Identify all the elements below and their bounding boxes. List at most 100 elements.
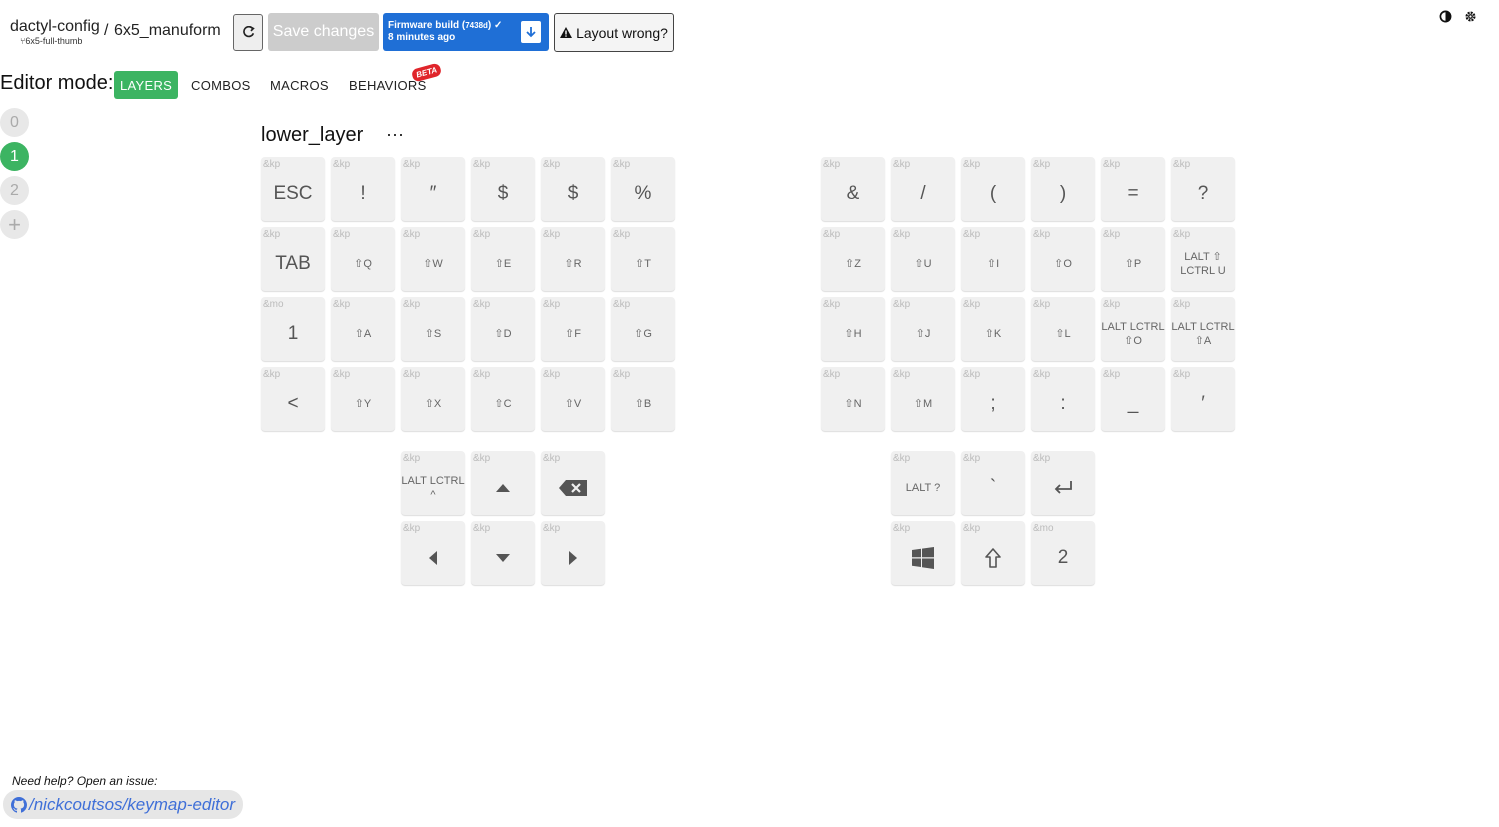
key[interactable]: &kp $ (541, 157, 605, 221)
refresh-button[interactable] (233, 14, 263, 51)
key[interactable]: &kp? (1171, 157, 1235, 221)
key[interactable]: &kp & (821, 157, 885, 221)
github-link[interactable]: /nickcoutsos/keymap-editor (3, 790, 243, 819)
layer-menu-button[interactable]: ··· (386, 124, 404, 145)
key-behavior: &kp (823, 299, 841, 310)
key[interactable]: &mo 1 (261, 297, 325, 361)
github-link-label: /nickcoutsos/keymap-editor (29, 794, 235, 814)
key[interactable]: &kp ″ (401, 157, 465, 221)
add-layer-button[interactable]: + (0, 210, 29, 239)
key-label: ) (1059, 183, 1067, 204)
key[interactable]: &kp / (891, 157, 955, 221)
key[interactable]: &kp ⇧N (821, 367, 885, 431)
gear-icon[interactable] (1464, 10, 1477, 23)
key[interactable]: &kp: (1031, 367, 1095, 431)
layout-wrong-button[interactable]: Layout wrong? (554, 13, 674, 52)
key[interactable]: &kp ⇧Q (331, 227, 395, 291)
key-label: ⇧I (986, 258, 1000, 270)
key[interactable]: &kp ⇧G (611, 297, 675, 361)
firmware-build-button[interactable]: Firmware build (7438d) ✓ 8 minutes ago (383, 13, 549, 51)
key[interactable]: &kp ⇧C (471, 367, 535, 431)
key[interactable]: &kp! (331, 157, 395, 221)
key[interactable]: &kp (891, 521, 955, 585)
key[interactable]: &kp ⇧V (541, 367, 605, 431)
key-label: ⇧D (494, 328, 512, 340)
save-changes-button[interactable]: Save changes (268, 13, 379, 51)
key[interactable]: &kp < (261, 367, 325, 431)
key[interactable]: &kp (961, 521, 1025, 585)
key[interactable]: &kp ⇧O (1031, 227, 1095, 291)
key[interactable]: &kp ⇧B (611, 367, 675, 431)
key[interactable]: &kp LALT LCTRL ⇧A (1171, 297, 1235, 361)
key[interactable]: &kp ⇧W (401, 227, 465, 291)
key[interactable]: &kp (541, 451, 605, 515)
branch-name[interactable]: ⑂6x5-full-thumb (20, 36, 82, 46)
key[interactable]: &kp ⇧Y (331, 367, 395, 431)
key-label: LALT ⇧ LCTRL U (1180, 251, 1226, 277)
key-behavior: &kp (893, 299, 911, 310)
tab-macros[interactable]: MACROS (264, 71, 335, 99)
warning-icon (560, 27, 573, 38)
key[interactable]: &kp ESC (261, 157, 325, 221)
key[interactable]: &kp ⇧F (541, 297, 605, 361)
key[interactable]: &kp ⇧L (1031, 297, 1095, 361)
key[interactable]: &kp ⇧Z (821, 227, 885, 291)
key[interactable]: &kp ⇧M (891, 367, 955, 431)
key[interactable]: &kp ⇧U (891, 227, 955, 291)
key[interactable]: &kp LALT LCTRL ^ (401, 451, 465, 515)
key[interactable]: &kp ` (961, 451, 1025, 515)
contrast-icon[interactable] (1439, 10, 1452, 23)
key-label: ⇧H (844, 328, 862, 340)
arrow-down-icon (471, 535, 535, 581)
key[interactable]: &kp ⇧X (401, 367, 465, 431)
layer-name[interactable]: lower_layer (261, 124, 363, 147)
key[interactable]: &kp% (611, 157, 675, 221)
key[interactable]: &kp ( (961, 157, 1025, 221)
key[interactable]: &kp ⇧D (471, 297, 535, 361)
key[interactable]: &kp ⇧T (611, 227, 675, 291)
key[interactable]: &kp (471, 521, 535, 585)
key[interactable]: &kp ⇧R (541, 227, 605, 291)
key[interactable]: &kp (541, 521, 605, 585)
firmware-hash: 7438d (465, 21, 488, 30)
key-label: & (846, 183, 860, 204)
key[interactable]: &kp $ (471, 157, 535, 221)
key[interactable]: &kp ⇧E (471, 227, 535, 291)
key[interactable]: &kp ⇧P (1101, 227, 1165, 291)
key[interactable]: &kp _ (1101, 367, 1165, 431)
key[interactable]: &kp LALT LCTRL ⇧O (1101, 297, 1165, 361)
key-behavior: &kp (473, 453, 491, 464)
key[interactable]: &mo 2 (1031, 521, 1095, 585)
tab-combos[interactable]: COMBOS (185, 71, 257, 99)
repo-name[interactable]: dactyl-config (10, 18, 100, 36)
key[interactable]: &kp ′ (1171, 367, 1235, 431)
key[interactable]: &kp ⇧J (891, 297, 955, 361)
key-behavior: &kp (823, 369, 841, 380)
key[interactable]: &kp = (1101, 157, 1165, 221)
key[interactable]: &kp TAB (261, 227, 325, 291)
layer-2-button[interactable]: 2 (0, 176, 29, 205)
key[interactable]: &kp) (1031, 157, 1095, 221)
download-file-icon[interactable] (521, 21, 541, 43)
key-label: ⇧B (634, 398, 652, 410)
key[interactable]: &kp; (961, 367, 1025, 431)
key[interactable]: &kp LALT ? (891, 451, 955, 515)
tab-layers[interactable]: LAYERS (114, 71, 179, 99)
key[interactable]: &kp LALT ⇧ LCTRL U (1171, 227, 1235, 291)
key-behavior: &kp (333, 369, 351, 380)
keyboard-name[interactable]: 6x5_manuform (114, 22, 221, 40)
key[interactable]: &kp (471, 451, 535, 515)
key[interactable]: &kp ⇧A (331, 297, 395, 361)
key[interactable]: &kp ⇧I (961, 227, 1025, 291)
layer-0-button[interactable]: 0 (0, 108, 29, 137)
key-label: ESC (273, 183, 313, 204)
key[interactable]: &kp ⇧K (961, 297, 1025, 361)
key[interactable]: &kp ⇧H (821, 297, 885, 361)
layer-1-button[interactable]: 1 (0, 142, 29, 171)
key-label: ⇧X (424, 398, 442, 410)
github-icon (11, 796, 27, 813)
key[interactable]: &kp (401, 521, 465, 585)
help-text: Need help? Open an issue: (12, 774, 158, 788)
key[interactable]: &kp ⇧S (401, 297, 465, 361)
key[interactable]: &kp (1031, 451, 1095, 515)
